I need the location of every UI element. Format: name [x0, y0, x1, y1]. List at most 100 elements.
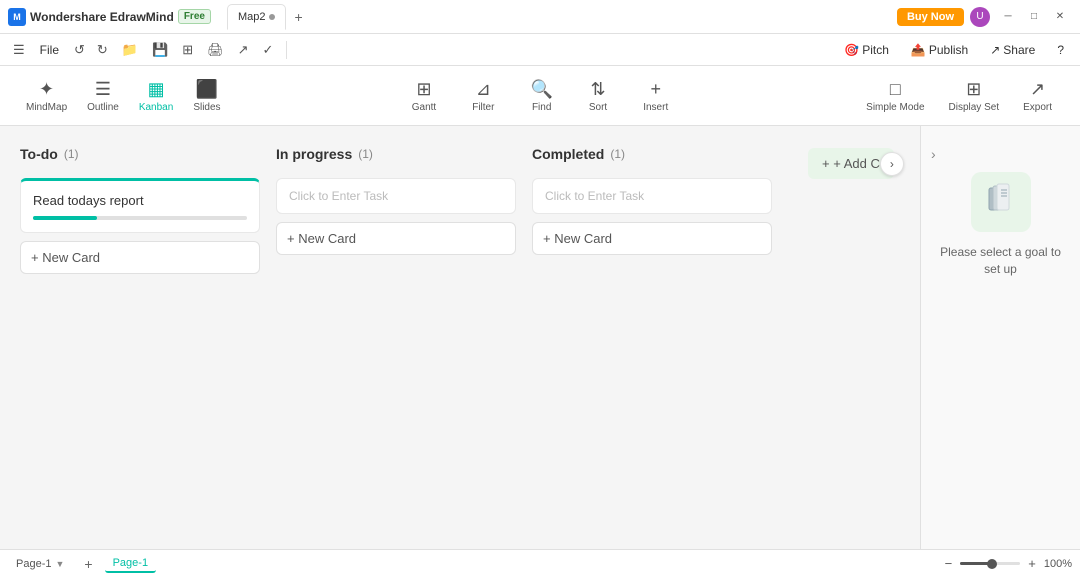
kanban-icon: ▦ — [148, 79, 165, 100]
add-card-button-todo[interactable]: + New Card — [20, 241, 260, 274]
publish-button[interactable]: 📤 Publish — [903, 40, 976, 60]
column-inprogress-title: In progress — [276, 146, 352, 162]
zoom-in-button[interactable]: + — [1024, 554, 1040, 573]
filter-icon: ⊿ — [476, 79, 491, 100]
column-todo-count: (1) — [64, 147, 79, 161]
kanban-tool[interactable]: ▦ Kanban — [129, 75, 183, 117]
share-icon[interactable]: ✓ — [258, 39, 279, 61]
collapse-arrow[interactable]: › — [931, 146, 936, 162]
zoom-slider-fill — [960, 562, 990, 565]
outline-label: Outline — [87, 102, 119, 113]
card-read-report[interactable]: Read todays report — [20, 178, 260, 233]
column-completed-title: Completed — [532, 146, 604, 162]
toolbar-right: □ Simple Mode ⊞ Display Set ↗ Export — [854, 75, 1064, 117]
save-icon[interactable]: 💾 — [147, 39, 173, 61]
export-label: Export — [1023, 102, 1052, 113]
share-label: Share — [1003, 43, 1035, 57]
zoom-slider-thumb — [987, 559, 997, 569]
main-toolbar: ✦ MindMap ☰ Outline ▦ Kanban ⬛ Slides ⊞ … — [0, 66, 1080, 126]
maximize-button[interactable]: □ — [1022, 7, 1046, 27]
share-icon: ↗ — [990, 43, 1000, 57]
export-tool[interactable]: ↗ Export — [1011, 75, 1064, 117]
buy-now-button[interactable]: Buy Now — [897, 8, 964, 26]
menu-file[interactable]: File — [34, 39, 65, 61]
folder-icon[interactable]: 📁 — [117, 39, 143, 61]
page-dropdown-icon[interactable]: ▼ — [55, 559, 64, 569]
pitch-label: Pitch — [862, 43, 889, 57]
toolbar-center: ⊞ Gantt ⊿ Filter 🔍 Find ⇅ Sort + Insert — [400, 75, 680, 117]
add-column-label: + Add C — [833, 156, 880, 171]
tab-label: Map2 — [238, 11, 266, 23]
display-set-tool[interactable]: ⊞ Display Set — [937, 75, 1012, 117]
sort-label: Sort — [589, 102, 607, 113]
hamburger-icon[interactable]: ☰ — [8, 39, 30, 61]
simple-mode-label: Simple Mode — [866, 102, 924, 113]
title-bar-left: M Wondershare EdrawMind Free Map2 + — [8, 4, 309, 30]
new-tab-button[interactable]: + — [288, 7, 308, 27]
add-card-button-completed[interactable]: + New Card — [532, 222, 772, 255]
zoom-out-button[interactable]: − — [941, 554, 957, 573]
zoom-level: 100% — [1044, 558, 1072, 570]
gantt-icon: ⊞ — [416, 79, 431, 100]
card-placeholder-inprogress[interactable]: Click to Enter Task — [276, 178, 516, 214]
column-todo: To-do (1) Read todays report + New Card — [20, 146, 260, 529]
goal-icon-container — [971, 172, 1031, 232]
help-button[interactable]: ? — [1049, 40, 1072, 60]
zoom-slider[interactable] — [960, 562, 1020, 565]
active-tab[interactable]: Map2 — [227, 4, 287, 30]
share-button[interactable]: ↗ Share — [982, 40, 1043, 60]
card-task-text: Read todays report — [33, 193, 247, 208]
mindmap-tool[interactable]: ✦ MindMap — [16, 75, 77, 117]
slides-label: Slides — [193, 102, 220, 113]
export-icon: ↗ — [1030, 79, 1045, 100]
app-logo-icon: M — [8, 8, 26, 26]
undo-button[interactable]: ↺ — [69, 39, 90, 61]
column-inprogress-count: (1) — [358, 147, 373, 161]
insert-label: Insert — [643, 102, 668, 113]
active-page-tab[interactable]: Page-1 — [105, 555, 156, 573]
column-todo-title: To-do — [20, 146, 58, 162]
find-label: Find — [532, 102, 551, 113]
menu-bar-right: 🎯 Pitch 📤 Publish ↗ Share ? — [836, 40, 1072, 60]
column-completed: Completed (1) Click to Enter Task + New … — [532, 146, 772, 529]
mindmap-icon: ✦ — [39, 79, 54, 100]
pitch-icon: 🎯 — [844, 43, 859, 57]
sort-tool[interactable]: ⇅ Sort — [577, 75, 619, 117]
free-badge: Free — [178, 9, 211, 24]
minimize-button[interactable]: ─ — [996, 7, 1020, 27]
print-icon[interactable]: 🖨 — [202, 39, 229, 61]
add-page-button[interactable]: + — [80, 554, 96, 574]
filter-tool[interactable]: ⊿ Filter — [460, 75, 506, 117]
find-tool[interactable]: 🔍 Find — [518, 75, 564, 117]
view-icon[interactable]: ⊞ — [177, 39, 198, 61]
tab-bar: Map2 + — [227, 4, 309, 30]
publish-icon: 📤 — [911, 43, 926, 57]
title-bar: M Wondershare EdrawMind Free Map2 + Buy … — [0, 0, 1080, 34]
goal-text: Please select a goal to set up — [931, 244, 1070, 278]
insert-tool[interactable]: + Insert — [631, 75, 680, 117]
insert-icon: + — [650, 79, 661, 100]
add-card-button-inprogress[interactable]: + New Card — [276, 222, 516, 255]
page-label: Page-1 — [16, 558, 51, 570]
slides-tool[interactable]: ⬛ Slides — [183, 75, 230, 117]
gantt-tool[interactable]: ⊞ Gantt — [400, 75, 448, 117]
page-tab[interactable]: Page-1 ▼ — [8, 556, 72, 572]
mindmap-label: MindMap — [26, 102, 67, 113]
outline-tool[interactable]: ☰ Outline — [77, 75, 129, 117]
app-logo: M Wondershare EdrawMind Free — [8, 8, 211, 26]
window-controls: ─ □ ✕ — [996, 7, 1072, 27]
title-bar-right: Buy Now U ─ □ ✕ — [897, 7, 1072, 27]
column-inprogress-header: In progress (1) — [276, 146, 516, 170]
nav-arrow[interactable]: › — [880, 152, 904, 176]
user-avatar[interactable]: U — [970, 7, 990, 27]
goal-svg-icon — [981, 182, 1021, 222]
card-placeholder-completed[interactable]: Click to Enter Task — [532, 178, 772, 214]
pitch-button[interactable]: 🎯 Pitch — [836, 40, 897, 60]
slides-icon: ⬛ — [196, 79, 218, 100]
redo-button[interactable]: ↻ — [92, 39, 113, 61]
toolbar-left: ✦ MindMap ☰ Outline ▦ Kanban ⬛ Slides — [16, 75, 231, 117]
close-button[interactable]: ✕ — [1048, 7, 1072, 27]
simple-mode-tool[interactable]: □ Simple Mode — [854, 75, 936, 117]
export-icon[interactable]: ↗ — [233, 39, 254, 61]
find-icon: 🔍 — [530, 79, 552, 100]
